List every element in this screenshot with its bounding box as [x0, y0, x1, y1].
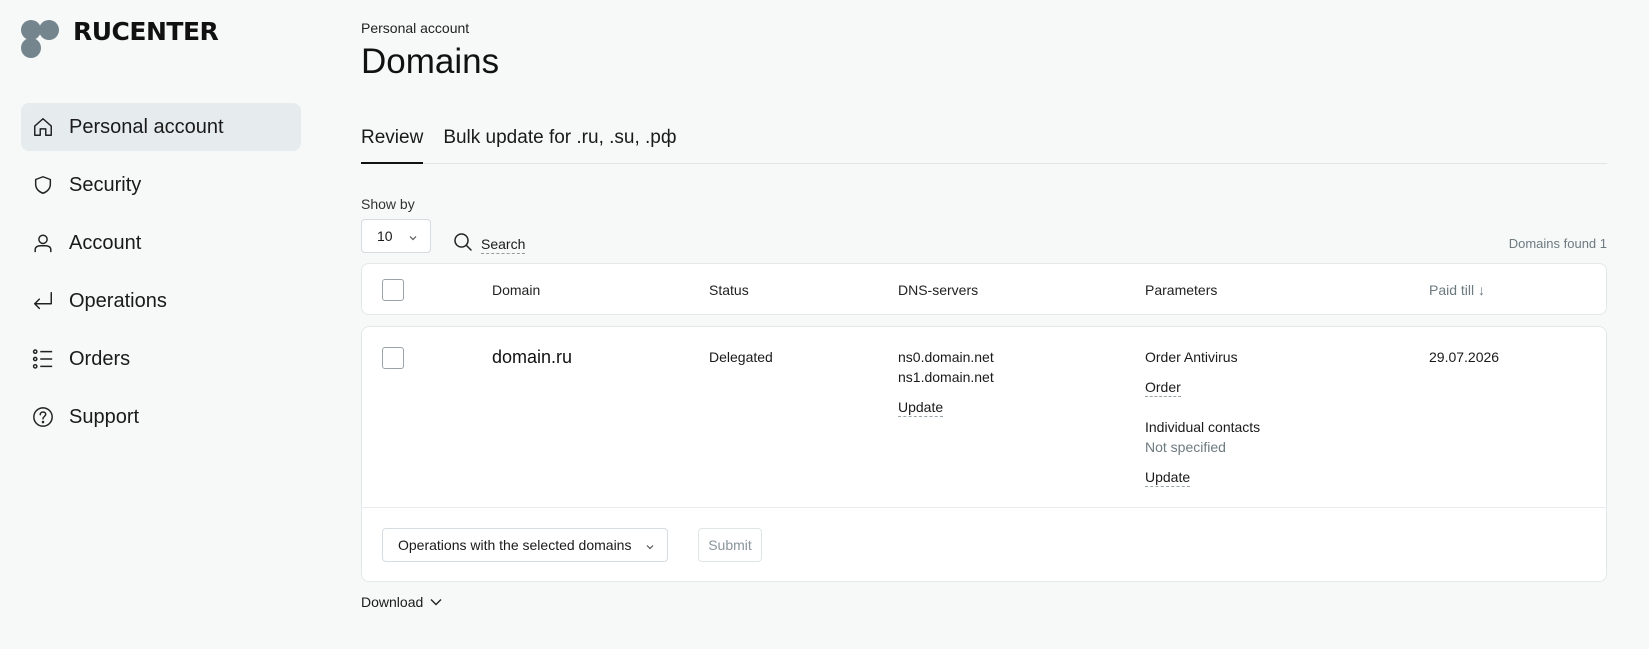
column-header-paid-till[interactable]: Paid till ↓ [1429, 282, 1485, 298]
sidebar-item-label: Personal account [69, 115, 224, 138]
dns-server-2: ns1.domain.net [898, 369, 994, 385]
sidebar-item-support[interactable]: Support [21, 393, 301, 441]
table-row: domain.ru Delegated ns0.domain.net ns1.d… [361, 326, 1607, 582]
sidebar-item-operations[interactable]: Operations [21, 277, 301, 325]
sidebar-item-label: Operations [69, 289, 167, 312]
brand-name: RUCENTER [73, 17, 219, 46]
sidebar-nav: Personal account Security Account Operat… [21, 103, 301, 451]
sidebar: RUCENTER Personal account Security Accou… [0, 0, 320, 649]
operations-select-value: Operations with the selected domains [398, 537, 632, 553]
column-header-parameters[interactable]: Parameters [1145, 282, 1217, 298]
sidebar-item-label: Orders [69, 347, 131, 370]
chevron-down-icon [408, 230, 418, 246]
order-antivirus-link[interactable]: Order [1145, 379, 1181, 397]
chevron-down-icon [645, 539, 655, 555]
enter-arrow-icon [31, 289, 55, 313]
submit-button[interactable]: Submit [698, 528, 762, 562]
domain-name[interactable]: domain.ru [492, 347, 572, 368]
show-by-value: 10 [377, 228, 393, 244]
sidebar-item-label: Support [69, 405, 140, 428]
list-icon [31, 347, 55, 371]
select-all-checkbox[interactable] [382, 279, 404, 301]
search-button[interactable]: Search [453, 232, 526, 257]
page-title: Domains [361, 42, 500, 81]
show-by-select[interactable]: 10 [361, 219, 431, 253]
show-by-label: Show by [361, 196, 415, 212]
chevron-down-icon [430, 599, 442, 606]
search-label: Search [481, 235, 526, 254]
search-icon [453, 232, 473, 257]
sidebar-item-orders[interactable]: Orders [21, 335, 301, 383]
paid-till-date: 29.07.2026 [1429, 349, 1500, 365]
row-checkbox[interactable] [382, 347, 404, 369]
sidebar-item-label: Account [69, 231, 142, 254]
domains-found-count: Domains found 1 [1508, 236, 1607, 251]
column-header-domain[interactable]: Domain [492, 282, 540, 298]
home-icon [31, 115, 55, 139]
breadcrumb[interactable]: Personal account [361, 20, 469, 36]
contacts-update-link[interactable]: Update [1145, 469, 1191, 487]
help-circle-icon [31, 405, 55, 429]
divider [362, 507, 1606, 508]
sidebar-item-label: Security [69, 173, 142, 196]
column-header-status[interactable]: Status [709, 282, 749, 298]
logo[interactable]: RUCENTER [21, 17, 219, 62]
main-content: Personal account Domains Review Bulk upd… [361, 0, 1607, 649]
sidebar-item-security[interactable]: Security [21, 161, 301, 209]
column-header-dns-servers[interactable]: DNS-servers [898, 282, 978, 298]
sidebar-item-account[interactable]: Account [21, 219, 301, 267]
download-label: Download [361, 594, 424, 610]
status-text: Delegated [709, 349, 773, 365]
user-icon [31, 231, 55, 255]
shield-icon [31, 173, 55, 197]
download-button[interactable]: Download [361, 594, 443, 610]
contacts-label: Individual contacts [1145, 419, 1261, 435]
antivirus-label: Order Antivirus [1145, 349, 1238, 365]
dns-update-link[interactable]: Update [898, 399, 944, 417]
operations-select[interactable]: Operations with the selected domains [382, 528, 668, 562]
tab-bar: Review Bulk update for .ru, .su, .рф [361, 122, 1607, 164]
sidebar-item-personal-account[interactable]: Personal account [21, 103, 301, 151]
tab-bulk-update[interactable]: Bulk update for .ru, .su, .рф [443, 122, 676, 164]
dns-server-1: ns0.domain.net [898, 349, 994, 365]
logo-mark-icon [21, 20, 63, 62]
tab-review[interactable]: Review [361, 122, 424, 164]
table-header: Domain Status DNS-servers Parameters Pai… [361, 263, 1607, 315]
contacts-value: Not specified [1145, 439, 1226, 455]
